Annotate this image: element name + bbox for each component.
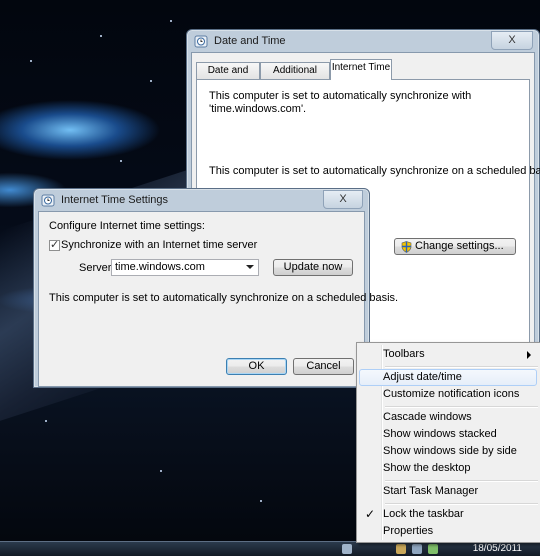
- menu-item-lock-the-taskbar[interactable]: ✓ Lock the taskbar: [359, 506, 537, 523]
- close-icon: X: [508, 34, 516, 46]
- power-icon[interactable]: [428, 544, 438, 554]
- menu-item-label: Show windows side by side: [383, 445, 517, 457]
- clock-icon: [41, 194, 55, 207]
- menu-separator: [385, 406, 538, 408]
- tab-label: Internet Time: [331, 62, 391, 73]
- sync-checkbox[interactable]: [49, 238, 60, 251]
- network-icon[interactable]: [342, 544, 352, 554]
- menu-item-label: Show windows stacked: [383, 428, 497, 440]
- ok-button[interactable]: OK: [226, 358, 287, 375]
- menu-item-label: Adjust date/time: [383, 371, 462, 383]
- menu-item-show-windows-side-by-side[interactable]: Show windows side by side: [359, 443, 537, 460]
- taskbar-context-menu: Toolbars Adjust date/time Customize noti…: [356, 342, 540, 543]
- sync-text-line1: This computer is set to automatically sy…: [209, 90, 472, 102]
- cancel-button[interactable]: Cancel: [293, 358, 354, 375]
- menu-item-label: Cascade windows: [383, 411, 472, 423]
- menu-item-customize-notification-icons[interactable]: Customize notification icons: [359, 386, 537, 403]
- check-icon: ✓: [365, 507, 376, 521]
- menu-item-start-task-manager[interactable]: Start Task Manager: [359, 483, 537, 500]
- schedule-text: This computer is set to automatically sy…: [209, 165, 540, 177]
- menu-item-toolbars[interactable]: Toolbars: [359, 346, 537, 363]
- sync-checkbox-label[interactable]: Synchronize with an Internet time server: [61, 239, 257, 251]
- menu-item-label: Lock the taskbar: [383, 508, 464, 520]
- tab-internet-time[interactable]: Internet Time: [330, 59, 392, 80]
- menu-item-label: Start Task Manager: [383, 485, 479, 497]
- chevron-down-icon: [246, 265, 254, 269]
- menu-item-label: Customize notification icons: [383, 388, 520, 400]
- clock-icon: [194, 35, 208, 48]
- update-now-label: Update now: [283, 261, 343, 273]
- date-time-titlebar[interactable]: Date and Time X: [187, 30, 539, 52]
- ok-label: OK: [248, 360, 265, 372]
- close-icon: X: [339, 193, 347, 205]
- dialog-close-button[interactable]: X: [323, 190, 363, 209]
- internet-time-settings-dialog: Internet Time Settings X Configure Inter…: [33, 188, 398, 388]
- taskbar-clock[interactable]: 18/05/2011: [473, 543, 522, 554]
- configure-label: Configure Internet time settings:: [49, 220, 205, 232]
- menu-item-label: Toolbars: [383, 348, 425, 360]
- change-settings-button[interactable]: Change settings...: [394, 238, 516, 255]
- menu-separator: [385, 480, 538, 482]
- shield-icon: [401, 241, 412, 253]
- menu-separator: [385, 366, 538, 368]
- taskbar[interactable]: 18/05/2011: [0, 541, 540, 556]
- dialog-schedule-text: This computer is set to automatically sy…: [49, 292, 399, 304]
- change-settings-label: Change settings...: [415, 240, 504, 252]
- speaker-icon[interactable]: [412, 544, 422, 554]
- update-now-button[interactable]: Update now: [273, 259, 353, 276]
- menu-item-label: Show the desktop: [383, 462, 471, 474]
- action-center-icon[interactable]: [396, 544, 406, 554]
- menu-separator: [385, 503, 538, 505]
- chevron-right-icon: [527, 351, 531, 359]
- window-title: Date and Time: [214, 35, 286, 47]
- menu-item-cascade-windows[interactable]: Cascade windows: [359, 409, 537, 426]
- tab-date-and-time[interactable]: Date and Time: [196, 62, 260, 92]
- server-value: time.windows.com: [115, 261, 205, 273]
- menu-item-show-the-desktop[interactable]: Show the desktop: [359, 460, 537, 477]
- sync-text-line2: 'time.windows.com'.: [209, 103, 307, 115]
- cancel-label: Cancel: [306, 360, 341, 372]
- dialog-client: Configure Internet time settings: Synchr…: [38, 211, 398, 387]
- tab-additional-clocks[interactable]: Additional Clocks: [260, 62, 330, 92]
- menu-item-show-windows-stacked[interactable]: Show windows stacked: [359, 426, 537, 443]
- dialog-titlebar[interactable]: Internet Time Settings X: [34, 189, 369, 211]
- dialog-title: Internet Time Settings: [61, 194, 168, 206]
- menu-item-adjust-date-time[interactable]: Adjust date/time: [359, 369, 537, 386]
- close-button[interactable]: X: [491, 31, 533, 50]
- menu-item-label: Properties: [383, 525, 434, 537]
- server-label: Server:: [79, 262, 115, 274]
- menu-item-properties[interactable]: Properties: [359, 523, 537, 540]
- server-select[interactable]: time.windows.com: [111, 259, 259, 276]
